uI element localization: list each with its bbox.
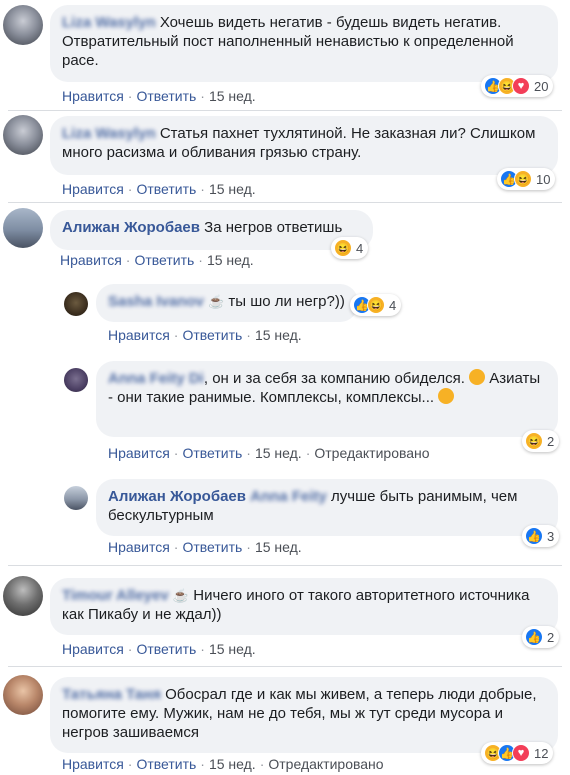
comment-actions: Нравится · Ответить · 15 нед. <box>108 327 302 343</box>
comment-text: За негров ответишь <box>204 219 343 236</box>
avatar[interactable] <box>64 368 88 392</box>
reply-link[interactable]: Ответить <box>182 327 242 343</box>
reply-link[interactable]: Ответить <box>134 252 194 268</box>
smiling-face-icon <box>438 388 455 404</box>
comment-bubble: Timour Alleyev ☕ Ничего иного от такого … <box>50 578 558 635</box>
reaction-count: 2 <box>547 433 555 449</box>
like-reaction-icon: 👍 <box>525 628 543 646</box>
comment-text: , он и за себя за компанию обиделся. <box>203 370 465 387</box>
reaction-count: 12 <box>534 745 549 761</box>
timestamp[interactable]: 15 нед. <box>207 252 254 268</box>
comment-bubble: Алижан Жоробаев Anna Feity лучше быть ра… <box>96 479 558 536</box>
reaction-count: 2 <box>547 629 555 645</box>
timestamp[interactable]: 15 нед. <box>209 88 256 104</box>
mention-link[interactable]: Anna Feity <box>250 488 327 505</box>
reaction-summary[interactable]: 😆 👍 ♥ 12 <box>481 742 554 764</box>
comment-author[interactable]: Anna Feity Di <box>108 370 204 387</box>
reaction-summary[interactable]: 👍 2 <box>522 626 560 648</box>
reply-link[interactable]: Ответить <box>136 181 196 197</box>
divider <box>8 565 562 566</box>
avatar[interactable] <box>64 292 88 316</box>
coffee-icon: ☕ <box>208 294 225 309</box>
divider <box>8 110 562 111</box>
avatar[interactable] <box>64 486 88 510</box>
reply-link[interactable]: Ответить <box>136 756 196 772</box>
comment-author[interactable]: Liza Wasylyn <box>62 125 156 142</box>
comment-text: ты шо ли негр?)) <box>228 293 345 310</box>
like-link[interactable]: Нравится <box>62 88 124 104</box>
comment-bubble: Liza Wasylyn Хочешь видеть негатив - буд… <box>50 5 558 82</box>
love-reaction-icon: ♥ <box>512 744 530 762</box>
reply-link[interactable]: Ответить <box>182 445 242 461</box>
timestamp[interactable]: 15 нед. <box>255 539 302 555</box>
reaction-summary[interactable]: 👍 3 <box>522 525 560 547</box>
coffee-icon: ☕ <box>172 588 190 603</box>
like-link[interactable]: Нравится <box>108 445 170 461</box>
reaction-summary[interactable]: 👍 😆 ♥ 20 <box>481 75 554 97</box>
haha-reaction-icon: 😆 <box>334 239 352 257</box>
timestamp[interactable]: 15 нед. <box>255 327 302 343</box>
reaction-summary[interactable]: 😆 4 <box>331 237 369 259</box>
divider <box>8 666 562 667</box>
avatar[interactable] <box>3 208 43 248</box>
reaction-count: 10 <box>536 171 551 187</box>
edited-label[interactable]: Отредактировано <box>314 445 429 461</box>
comment-bubble: Sasha Ivanov ☕ ты шо ли негр?)) <box>96 284 358 322</box>
timestamp[interactable]: 15 нед. <box>209 756 256 772</box>
like-link[interactable]: Нравится <box>62 641 124 657</box>
reply-link[interactable]: Ответить <box>136 641 196 657</box>
reaction-summary[interactable]: 😆 2 <box>522 430 560 452</box>
comment-actions: Нравится · Ответить · 15 нед. <box>62 88 256 104</box>
comment-actions: Нравится · Ответить · 15 нед. <box>62 641 256 657</box>
comment-actions: Нравится · Ответить · 15 нед. · Отредактирован… <box>62 756 384 772</box>
smiling-face-icon <box>469 369 486 385</box>
reply-link[interactable]: Ответить <box>136 88 196 104</box>
like-link[interactable]: Нравится <box>108 539 170 555</box>
avatar[interactable] <box>3 115 43 155</box>
haha-reaction-icon: 😆 <box>367 296 385 314</box>
timestamp[interactable]: 15 нед. <box>209 181 256 197</box>
reaction-summary[interactable]: 👍 😆 10 <box>497 168 556 190</box>
reaction-count: 20 <box>534 78 549 94</box>
like-link[interactable]: Нравится <box>60 252 122 268</box>
like-link[interactable]: Нравится <box>108 327 170 343</box>
reaction-summary[interactable]: 👍 😆 4 <box>350 294 402 316</box>
haha-reaction-icon: 😆 <box>514 170 532 188</box>
like-link[interactable]: Нравится <box>62 181 124 197</box>
avatar[interactable] <box>3 576 43 616</box>
like-link[interactable]: Нравится <box>62 756 124 772</box>
reply-link[interactable]: Ответить <box>182 539 242 555</box>
comment-actions: Нравится · Ответить · 15 нед. · Отредактирован… <box>108 445 430 461</box>
comment-bubble: Татьяна Таня Обосрал где и как мы живем,… <box>50 677 558 753</box>
comment-bubble: Liza Wasylyn Статья пахнет тухлятиной. Н… <box>50 116 558 175</box>
comment-author[interactable]: Sasha Ivanov <box>108 293 204 310</box>
reaction-count: 4 <box>356 240 364 256</box>
reaction-count: 3 <box>547 528 555 544</box>
comment-actions: Нравится · Ответить · 15 нед. <box>108 539 302 555</box>
divider <box>8 202 562 203</box>
avatar[interactable] <box>3 5 43 45</box>
comment-bubble: Anna Feity Di, он и за себя за компанию … <box>96 361 558 437</box>
comment-author[interactable]: Timour Alleyev <box>62 587 169 604</box>
comment-author[interactable]: Алижан Жоробаев <box>62 219 200 236</box>
haha-reaction-icon: 😆 <box>525 432 543 450</box>
love-reaction-icon: ♥ <box>512 77 530 95</box>
comment-author[interactable]: Liza Wasylyn <box>62 14 156 31</box>
comment-actions: Нравится · Ответить · 15 нед. <box>62 181 256 197</box>
comment-author[interactable]: Алижан Жоробаев <box>108 488 246 505</box>
comment-bubble: Алижан Жоробаев За негров ответишь <box>50 210 373 250</box>
edited-label[interactable]: Отредактировано <box>268 756 383 772</box>
comment-author[interactable]: Татьяна Таня <box>62 686 161 703</box>
reaction-count: 4 <box>389 297 397 313</box>
timestamp[interactable]: 15 нед. <box>255 445 302 461</box>
comment-actions: Нравится · Ответить · 15 нед. <box>60 252 254 268</box>
avatar[interactable] <box>3 675 43 715</box>
like-reaction-icon: 👍 <box>525 527 543 545</box>
timestamp[interactable]: 15 нед. <box>209 641 256 657</box>
